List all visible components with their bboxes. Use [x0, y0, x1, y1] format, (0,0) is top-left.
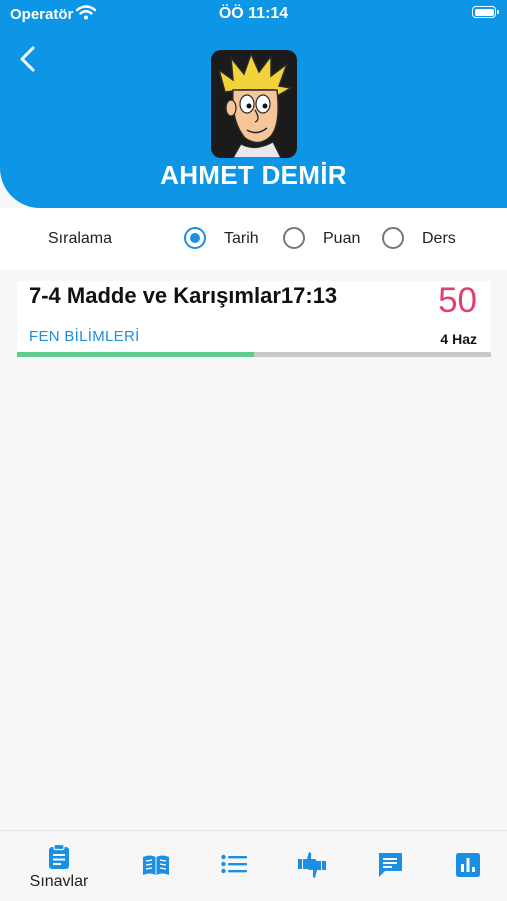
list-icon — [221, 854, 247, 874]
avatar — [211, 50, 297, 158]
bar-chart-icon — [456, 853, 480, 877]
sort-option-label: Tarih — [224, 230, 259, 247]
sort-option-label: Ders — [422, 230, 456, 247]
chevron-left-icon — [20, 46, 35, 72]
back-button[interactable] — [14, 44, 44, 74]
exam-date: 4 Haz — [440, 331, 477, 347]
status-time: ÖÖ 11:14 — [218, 5, 289, 22]
book-icon — [143, 855, 169, 875]
sort-label: Sıralama — [48, 230, 113, 247]
radio-selected-icon[interactable] — [184, 227, 206, 249]
exam-list-item[interactable]: 7-4 Madde ve Karışımlar17:13 50 FEN BİLİ… — [17, 281, 491, 357]
tab-statistics[interactable] — [433, 831, 503, 901]
tab-list[interactable] — [199, 831, 269, 901]
exam-progress-bar — [17, 352, 491, 357]
exam-progress-fill — [17, 352, 254, 357]
thumbs-icon — [298, 852, 326, 878]
battery-icon — [472, 6, 499, 18]
sort-bar: Sıralama Tarih Puan Ders — [0, 208, 507, 270]
tab-exams[interactable]: Sınavlar — [11, 831, 107, 901]
profile-header: Operatör ÖÖ 11:14 AHMET DEMİR — [0, 0, 507, 208]
exam-score: 50 — [438, 281, 477, 320]
tab-label: Sınavlar — [29, 873, 89, 890]
clipboard-icon — [49, 844, 69, 869]
exam-title: 7-4 Madde ve Karışımlar17:13 — [29, 283, 338, 308]
radio-unselected-icon[interactable] — [382, 227, 404, 249]
user-name: AHMET DEMİR — [160, 160, 347, 190]
tab-lessons[interactable] — [121, 831, 191, 901]
chat-icon — [379, 853, 402, 877]
sort-option-label: Puan — [323, 230, 361, 247]
radio-unselected-icon[interactable] — [283, 227, 305, 249]
exam-subject: FEN BİLİMLERİ — [29, 328, 140, 345]
bottom-tab-bar: Sınavlar — [0, 830, 507, 901]
tab-messages[interactable] — [355, 831, 425, 901]
tab-feedback[interactable] — [277, 831, 347, 901]
status-bar: Operatör ÖÖ 11:14 — [0, 0, 507, 28]
